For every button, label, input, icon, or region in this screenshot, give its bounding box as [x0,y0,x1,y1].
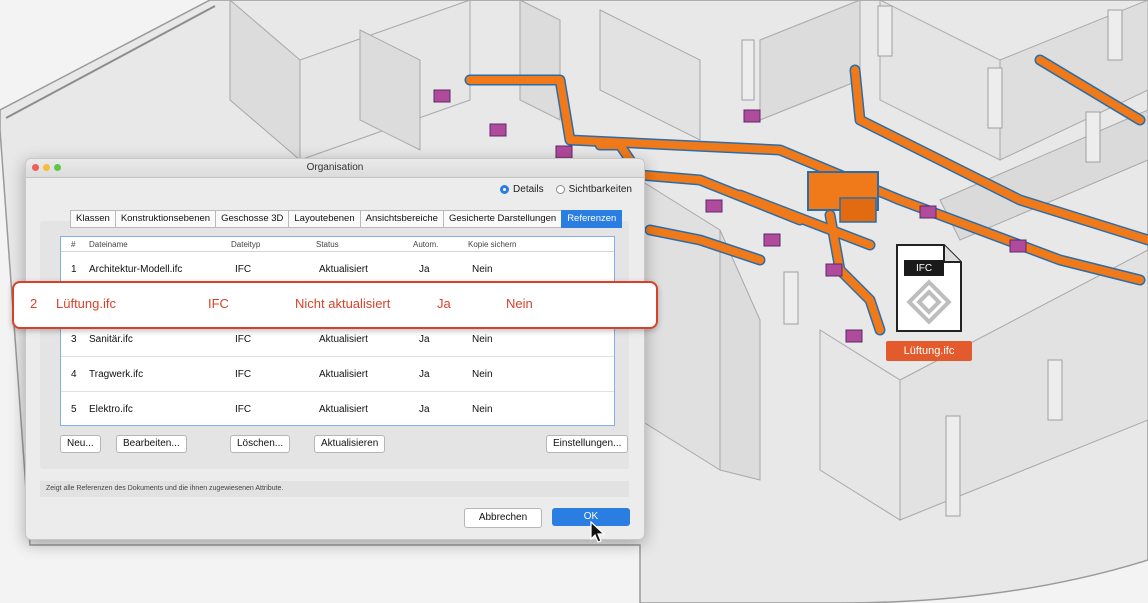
highlight-number: 2 [30,296,38,311]
cell-filetype: IFC [235,334,252,345]
radio-unselected-icon [555,185,565,194]
organisation-dialog: Organisation Details Sichtbarkeiten Klas… [25,158,645,540]
highlighted-row-callout: 2 Lüftung.ifc IFC Nicht aktualisiert Ja … [12,281,658,329]
edit-button[interactable]: Bearbeiten... [116,435,187,453]
cell-copy: Nein [472,404,493,415]
cell-number: 1 [71,264,77,275]
cell-filename: Architektur-Modell.ifc [89,264,183,275]
ifc-icon-label: IFC [915,263,933,274]
highlight-copy: Nein [506,296,533,311]
highlight-status: Nicht aktualisiert [295,296,391,311]
cell-status: Aktualisiert [319,404,368,415]
cell-status: Aktualisiert [319,334,368,345]
cell-filetype: IFC [235,369,252,380]
highlight-auto: Ja [437,296,451,311]
radio-selected-icon [500,185,510,194]
cell-number: 5 [71,404,77,415]
cancel-button[interactable]: Abbrechen [464,508,542,528]
radio-sichtbarkeiten[interactable]: Sichtbarkeiten [555,184,632,195]
settings-button[interactable]: Einstellungen... [546,435,629,453]
tab-konstruktionsebenen[interactable]: Konstruktionsebenen [114,210,216,228]
cell-auto: Ja [419,334,430,345]
cell-filename: Elektro.ifc [89,404,133,415]
table-header: # Dateiname Dateityp Status Autom. Kopie… [61,237,614,252]
cell-copy: Nein [472,369,493,380]
cell-auto: Ja [419,369,430,380]
tab-klassen[interactable]: Klassen [70,210,115,228]
cell-auto: Ja [419,404,430,415]
status-text: Zeigt alle Referenzen des Dokuments und … [40,481,629,497]
new-button[interactable]: Neu... [60,435,101,453]
column-header-number[interactable]: # [71,240,75,249]
update-button[interactable]: Aktualisieren [314,435,386,453]
table-row[interactable]: 4 Tragwerk.ifc IFC Aktualisiert Ja Nein [61,357,614,392]
cell-number: 3 [71,334,77,345]
column-header-copy[interactable]: Kopie sichern [468,240,516,249]
ifc-file-label: Lüftung.ifc [886,341,972,361]
mouse-cursor-icon [590,521,606,543]
cell-filetype: IFC [235,404,252,415]
highlight-filetype: IFC [208,296,229,311]
column-header-status[interactable]: Status [316,240,339,249]
table-row[interactable]: 5 Elektro.ifc IFC Aktualisiert Ja Nein [61,392,614,426]
cell-filetype: IFC [235,264,252,275]
column-header-auto[interactable]: Autom. [413,240,438,249]
cell-number: 4 [71,369,77,380]
cell-copy: Nein [472,334,493,345]
delete-button[interactable]: Löschen... [230,435,291,453]
highlight-filename: Lüftung.ifc [56,296,116,311]
radio-details-label: Details [513,184,544,195]
dialog-titlebar: Organisation [26,159,644,178]
column-header-filename[interactable]: Dateiname [89,240,128,249]
tab-ansichtsbereiche[interactable]: Ansichtsbereiche [359,210,443,228]
dialog-title: Organisation [306,162,364,173]
radio-sichtbarkeiten-label: Sichtbarkeiten [568,184,632,195]
tab-bar: Klassen Konstruktionsebenen Geschosse 3D… [70,210,623,228]
cell-status: Aktualisiert [319,369,368,380]
radio-details[interactable]: Details [500,184,544,195]
ifc-file-icon [896,244,962,332]
tab-geschosse-3d[interactable]: Geschosse 3D [215,210,289,228]
cell-filename: Sanitär.ifc [89,334,133,345]
tab-referenzen[interactable]: Referenzen [561,210,623,228]
tab-gesicherte-darstellungen[interactable]: Gesicherte Darstellungen [442,210,562,228]
cell-auto: Ja [419,264,430,275]
cell-copy: Nein [472,264,493,275]
column-header-filetype[interactable]: Dateityp [231,240,260,249]
tab-layoutebenen[interactable]: Layoutebenen [288,210,360,228]
view-mode-radios: Details Sichtbarkeiten [500,184,632,195]
references-table: # Dateiname Dateityp Status Autom. Kopie… [60,236,615,426]
cell-status: Aktualisiert [319,264,368,275]
cell-filename: Tragwerk.ifc [89,369,144,380]
